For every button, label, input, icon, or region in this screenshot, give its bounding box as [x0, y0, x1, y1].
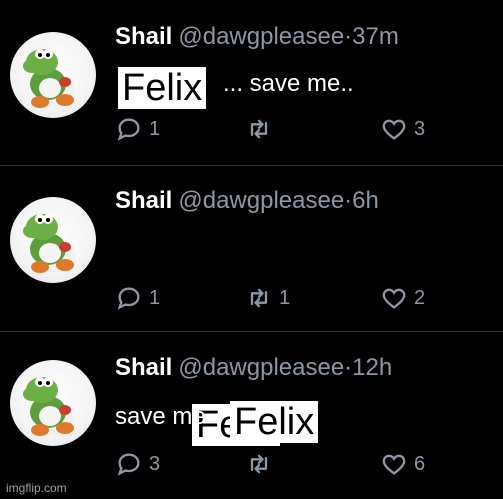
separator-dot: ·: [344, 23, 353, 50]
like-button[interactable]: 3: [380, 115, 425, 143]
like-button[interactable]: 6: [380, 450, 425, 478]
overlay-caption: Felix: [118, 67, 207, 109]
user-handle[interactable]: @dawgpleasee: [178, 187, 344, 214]
user-handle[interactable]: @dawgpleasee: [178, 354, 344, 381]
display-name[interactable]: Shail: [115, 23, 172, 50]
reply-button[interactable]: 1: [115, 115, 160, 143]
reply-icon: [117, 287, 140, 310]
watermark: imgflip.com: [6, 481, 67, 495]
timestamp[interactable]: 37m: [352, 23, 399, 50]
tweet-actions: 1 3: [115, 115, 445, 145]
avatar[interactable]: [10, 32, 96, 118]
retweet-count: 1: [279, 286, 291, 309]
retweet-button[interactable]: [245, 115, 279, 143]
tweet-text: save me: [115, 403, 206, 430]
overlay-caption: Felix: [230, 401, 319, 443]
timestamp[interactable]: 12h: [352, 354, 392, 381]
heart-icon: [382, 288, 406, 309]
like-count: 6: [414, 452, 426, 475]
reply-count: 1: [149, 286, 161, 309]
heart-icon: [382, 454, 406, 475]
tweet-actions: 3 6: [115, 450, 445, 480]
tweet[interactable]: Shail @dawgpleasee·12h save me Felix 3 6: [0, 333, 503, 499]
heart-icon: [382, 119, 406, 140]
tweet-header: Shail @dawgpleasee·37m: [115, 22, 399, 52]
tweet[interactable]: Shail@dawgpleasee·6h Felix 1 1 2: [0, 166, 503, 446]
separator-dot: ·: [344, 187, 353, 214]
user-handle[interactable]: @dawgpleasee: [178, 23, 344, 50]
like-count: 2: [414, 286, 426, 309]
retweet-icon: [250, 288, 268, 308]
reply-count: 1: [149, 117, 161, 140]
display-name[interactable]: Shail: [115, 187, 172, 214]
tweet-header: Shail @dawgpleasee·6h: [115, 186, 379, 216]
separator-dot: ·: [344, 354, 353, 381]
display-name[interactable]: Shail: [115, 354, 172, 381]
tweet-actions: 1 1 2: [115, 284, 445, 314]
reply-button[interactable]: 3: [115, 450, 160, 478]
like-button[interactable]: 2: [380, 284, 425, 312]
retweet-icon: [250, 119, 268, 139]
avatar[interactable]: [10, 197, 96, 283]
reply-icon: [117, 453, 140, 476]
tweet[interactable]: Shail @dawgpleasee·37m ... save me.. Feli…: [0, 0, 503, 166]
reply-count: 3: [149, 452, 161, 475]
retweet-icon: [250, 454, 268, 474]
timestamp[interactable]: 6h: [352, 187, 379, 214]
reply-icon: [117, 118, 140, 141]
reply-button[interactable]: 1: [115, 284, 160, 312]
retweet-button[interactable]: [245, 450, 279, 478]
avatar[interactable]: [10, 360, 96, 446]
like-count: 3: [414, 117, 426, 140]
retweet-button[interactable]: 1: [245, 284, 290, 312]
tweet-header: Shail @dawgpleasee·12h: [115, 353, 392, 383]
